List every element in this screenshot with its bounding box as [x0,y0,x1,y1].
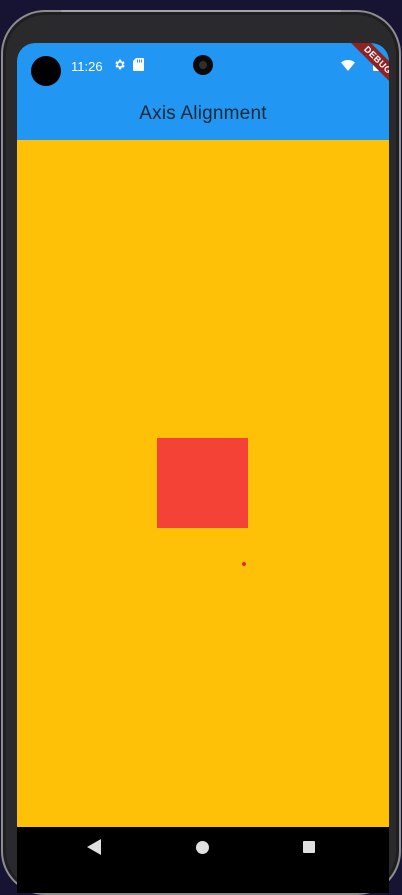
home-icon[interactable] [196,841,209,854]
gear-icon [115,59,125,70]
device-screen: 11:26 DEBUG Axis Alignment [17,43,389,893]
phone-frame: 11:26 DEBUG Axis Alignment [1,10,401,895]
phone-edge-highlight [61,10,341,12]
red-square [157,438,248,528]
red-dot [242,562,246,566]
recents-icon[interactable] [303,841,315,853]
page-title: Axis Alignment [139,103,267,124]
front-camera [193,55,213,75]
status-time: 11:26 [71,59,103,74]
navigation-bar [17,827,389,867]
bottom-bezel [17,867,389,893]
wifi-icon [341,59,355,71]
sd-card-icon [133,58,144,71]
content-area [17,140,389,827]
app-bar: Axis Alignment [17,91,389,140]
status-bar: 11:26 DEBUG [17,43,389,97]
camera-cutout [31,56,61,86]
back-icon[interactable] [87,839,101,855]
